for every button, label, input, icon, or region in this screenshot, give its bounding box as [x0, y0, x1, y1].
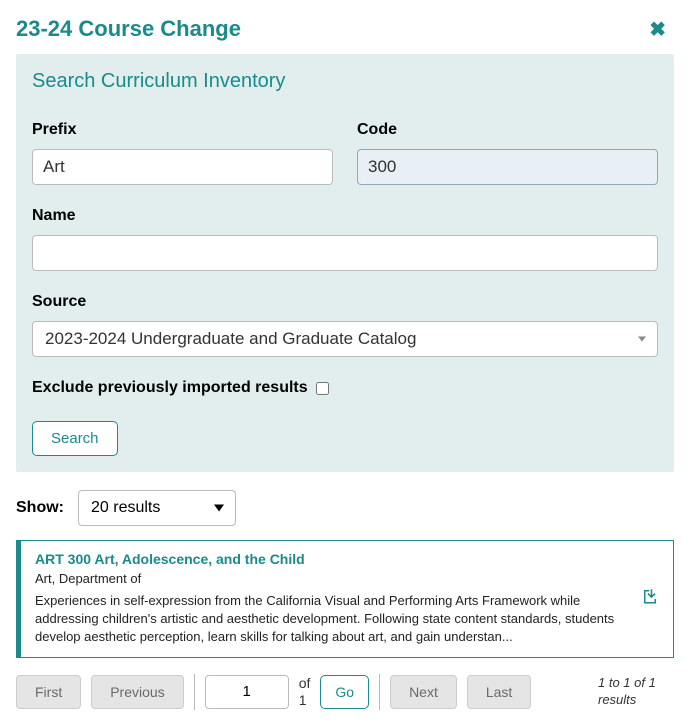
- go-button[interactable]: Go: [320, 675, 369, 709]
- exclude-label: Exclude previously imported results: [32, 379, 308, 397]
- divider: [194, 674, 195, 710]
- name-label: Name: [32, 207, 658, 225]
- total-pages: 1: [299, 692, 311, 709]
- first-button[interactable]: First: [16, 675, 81, 709]
- result-item[interactable]: ART 300 Art, Adolescence, and the Child …: [16, 540, 674, 658]
- code-input[interactable]: [357, 149, 658, 185]
- next-button[interactable]: Next: [390, 675, 457, 709]
- result-title: ART 300 Art, Adolescence, and the Child: [35, 551, 631, 567]
- source-label: Source: [32, 293, 658, 311]
- name-input[interactable]: [32, 235, 658, 271]
- prefix-input[interactable]: [32, 149, 333, 185]
- previous-button[interactable]: Previous: [91, 675, 183, 709]
- show-select[interactable]: 20 results: [78, 490, 236, 526]
- last-button[interactable]: Last: [467, 675, 531, 709]
- code-label: Code: [357, 121, 658, 139]
- source-select[interactable]: 2023-2024 Undergraduate and Graduate Cat…: [32, 321, 658, 357]
- result-description: Experiences in self-expression from the …: [35, 592, 631, 647]
- import-icon[interactable]: [641, 587, 659, 610]
- show-label: Show:: [16, 499, 64, 517]
- page-input[interactable]: [205, 675, 289, 709]
- close-icon[interactable]: ✖: [649, 17, 674, 42]
- search-panel: Search Curriculum Inventory Prefix Code …: [16, 54, 674, 472]
- search-button[interactable]: Search: [32, 421, 118, 456]
- exclude-checkbox[interactable]: [316, 382, 329, 395]
- page-title: 23-24 Course Change: [16, 16, 241, 42]
- panel-title: Search Curriculum Inventory: [32, 70, 658, 93]
- pagination: First Previous of 1 Go Next Last 1 to 1 …: [16, 674, 674, 710]
- results-summary: 1 to 1 of 1 results: [598, 675, 674, 709]
- result-department: Art, Department of: [35, 571, 631, 586]
- of-label: of: [299, 675, 311, 692]
- divider: [379, 674, 380, 710]
- prefix-label: Prefix: [32, 121, 333, 139]
